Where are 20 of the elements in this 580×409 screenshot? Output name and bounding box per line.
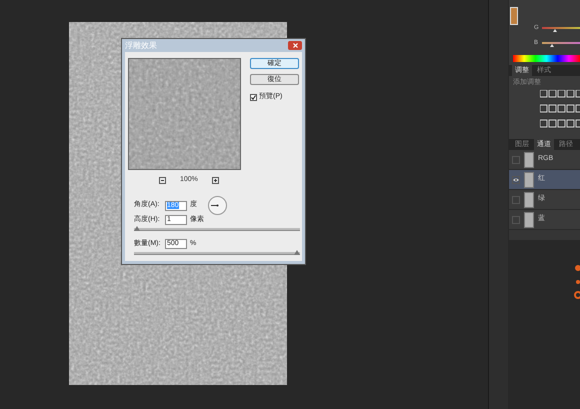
- visibility-box[interactable]: [512, 176, 520, 184]
- tool-icons-drawing: [572, 262, 580, 302]
- eye-icon[interactable]: [513, 178, 519, 182]
- channel-thumbnail: [524, 152, 534, 168]
- adjustment-icons-drawing[interactable]: [540, 90, 580, 130]
- slider-track[interactable]: [134, 252, 300, 255]
- close-button[interactable]: [288, 41, 302, 50]
- channel-thumbnail: [524, 192, 534, 208]
- dial-pointer[interactable]: [210, 204, 219, 206]
- checkmark-icon[interactable]: [251, 94, 256, 100]
- channel-thumbnail: [524, 172, 534, 188]
- window-title: 浮雕效果: [125, 40, 157, 52]
- close-icon[interactable]: [292, 43, 298, 48]
- color-swatch[interactable]: [510, 7, 518, 25]
- angle-dial[interactable]: [208, 196, 227, 215]
- color-spectrum[interactable]: [513, 55, 580, 62]
- slider-track[interactable]: [134, 228, 300, 231]
- slider-thumb[interactable]: [134, 226, 140, 231]
- channel-thumbnail: [524, 212, 534, 228]
- slider-thumb[interactable]: [294, 250, 300, 255]
